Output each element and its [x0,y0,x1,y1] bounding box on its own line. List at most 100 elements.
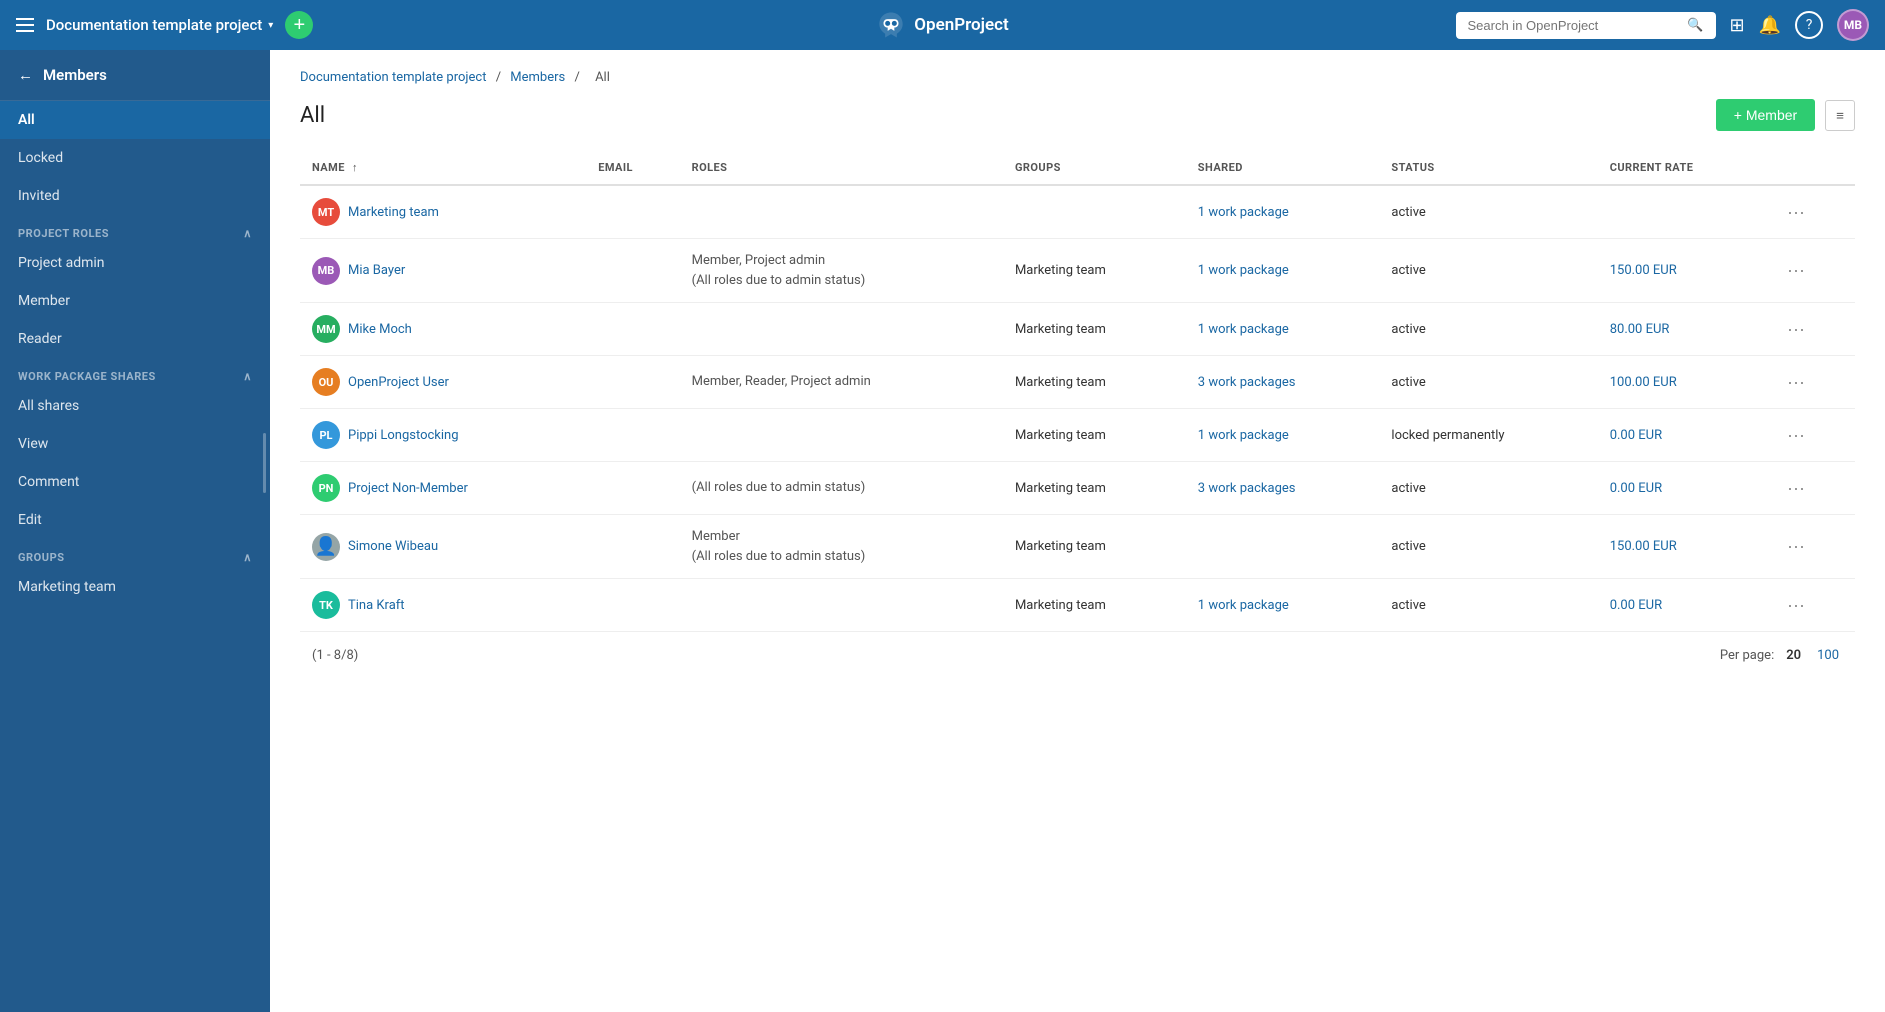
search-box[interactable]: 🔍 [1456,12,1716,39]
chevron-up-icon: ∧ [243,551,252,564]
member-name-link[interactable]: TKTina Kraft [312,591,574,619]
member-shared-cell: 3 work packages [1186,356,1380,409]
more-options-button[interactable]: ··· [1781,423,1811,448]
member-name-cell: TKTina Kraft [300,579,586,632]
more-options-button[interactable]: ··· [1781,534,1811,559]
add-member-button[interactable]: + Member [1716,99,1815,131]
member-rate: 0.00 EUR [1610,598,1662,613]
shared-link[interactable]: 3 work packages [1198,375,1296,390]
avatar: MB [312,257,340,285]
sidebar-back-button[interactable]: ← Members [0,50,270,101]
sidebar-section-title: Members [43,66,107,84]
per-page-controls: Per page: 20 100 [1720,646,1843,665]
member-actions-cell: ··· [1769,462,1855,515]
member-rate-cell: 100.00 EUR [1598,356,1769,409]
shared-link[interactable]: 1 work package [1198,263,1289,278]
member-name-link[interactable]: 👤Simone Wibeau [312,533,574,561]
members-table: NAME ↑ EMAIL ROLES GROUPS SHARED STATUS … [300,151,1855,632]
member-rate: 150.00 EUR [1610,263,1677,278]
avatar: TK [312,591,340,619]
bell-icon[interactable]: 🔔 [1759,15,1781,36]
nav-left: Documentation template project ▾ + [16,11,634,39]
sidebar-section-groups[interactable]: GROUPS ∧ [0,539,270,568]
filter-icon: ≡ [1836,108,1844,123]
chevron-up-icon: ∧ [243,370,252,383]
member-groups-cell: Marketing team [1003,356,1186,409]
more-options-button[interactable]: ··· [1781,317,1811,342]
col-status-label: STATUS [1391,161,1434,174]
table-row: PLPippi Longstocking Marketing team 1 work… [300,409,1855,462]
table-row: PNProject Non-Member (All roles due to ad… [300,462,1855,515]
col-email: EMAIL [586,151,679,185]
project-selector[interactable]: Documentation template project ▾ [46,16,273,34]
sidebar-item-view[interactable]: View [0,425,270,463]
sidebar-item-all[interactable]: All [0,101,270,139]
sidebar-item-member[interactable]: Member [0,282,270,320]
add-project-button[interactable]: + [285,11,313,39]
col-actions [1769,151,1855,185]
member-status-cell: active [1379,462,1597,515]
col-shared: SHARED [1186,151,1380,185]
sidebar-item-comment[interactable]: Comment [0,463,270,501]
member-groups-cell: Marketing team [1003,303,1186,356]
more-options-button[interactable]: ··· [1781,200,1811,225]
per-page-100[interactable]: 100 [1813,646,1843,665]
member-roles-cell: (All roles due to admin status) [680,462,1003,515]
member-status-cell: active [1379,185,1597,239]
logo-text: OpenProject [914,15,1008,35]
more-options-button[interactable]: ··· [1781,258,1811,283]
shared-link[interactable]: 1 work package [1198,428,1289,443]
sidebar: ← Members All Locked Invited PROJECT ROL… [0,50,270,1012]
search-input[interactable] [1468,18,1680,33]
sidebar-section-work-package-shares[interactable]: WORK PACKAGE SHARES ∧ [0,358,270,387]
member-name-link[interactable]: MMMike Moch [312,315,574,343]
member-name-link[interactable]: MBMia Bayer [312,257,574,285]
member-groups-cell: Marketing team [1003,515,1186,579]
more-options-button[interactable]: ··· [1781,593,1811,618]
per-page-20[interactable]: 20 [1782,646,1805,665]
sidebar-section-project-roles[interactable]: PROJECT ROLES ∧ [0,215,270,244]
sidebar-item-invited[interactable]: Invited [0,177,270,215]
breadcrumb-members[interactable]: Members [510,70,565,85]
help-icon[interactable]: ? [1795,11,1823,39]
member-name-link[interactable]: OUOpenProject User [312,368,574,396]
member-email-cell [586,462,679,515]
user-avatar[interactable]: MB [1837,9,1869,41]
member-name-link[interactable]: PLPippi Longstocking [312,421,574,449]
member-actions-cell: ··· [1769,515,1855,579]
member-status-cell: active [1379,303,1597,356]
grid-icon[interactable]: ⊞ [1730,15,1745,36]
member-groups-cell: Marketing team [1003,409,1186,462]
col-rate-label: CURRENT RATE [1610,161,1694,174]
sidebar-item-locked-label: Locked [18,150,63,166]
shared-link[interactable]: 1 work package [1198,205,1289,220]
shared-link[interactable]: 3 work packages [1198,481,1296,496]
section-groups-label: GROUPS [18,551,65,564]
member-rate-cell: 0.00 EUR [1598,462,1769,515]
member-email-cell [586,579,679,632]
member-name-link[interactable]: PNProject Non-Member [312,474,574,502]
sidebar-item-marketing-team[interactable]: Marketing team [0,568,270,606]
project-name-label: Documentation template project [46,16,262,34]
search-icon: 🔍 [1687,18,1703,33]
member-actions-cell: ··· [1769,303,1855,356]
shared-link[interactable]: 1 work package [1198,598,1289,613]
edit-label: Edit [18,512,42,528]
shared-link[interactable]: 1 work package [1198,322,1289,337]
more-options-button[interactable]: ··· [1781,476,1811,501]
filter-button[interactable]: ≡ [1825,100,1855,131]
comment-label: Comment [18,474,79,490]
col-name[interactable]: NAME ↑ [300,151,586,185]
hamburger-menu[interactable] [16,18,34,32]
member-name-link[interactable]: MTMarketing team [312,198,574,226]
sidebar-item-all-shares[interactable]: All shares [0,387,270,425]
sidebar-item-project-admin[interactable]: Project admin [0,244,270,282]
col-roles-label: ROLES [692,161,728,174]
more-options-button[interactable]: ··· [1781,370,1811,395]
member-rate-cell: 0.00 EUR [1598,579,1769,632]
sidebar-item-locked[interactable]: Locked [0,139,270,177]
breadcrumb-project[interactable]: Documentation template project [300,70,486,85]
sidebar-item-edit[interactable]: Edit [0,501,270,539]
project-admin-label: Project admin [18,255,105,271]
sidebar-item-reader[interactable]: Reader [0,320,270,358]
